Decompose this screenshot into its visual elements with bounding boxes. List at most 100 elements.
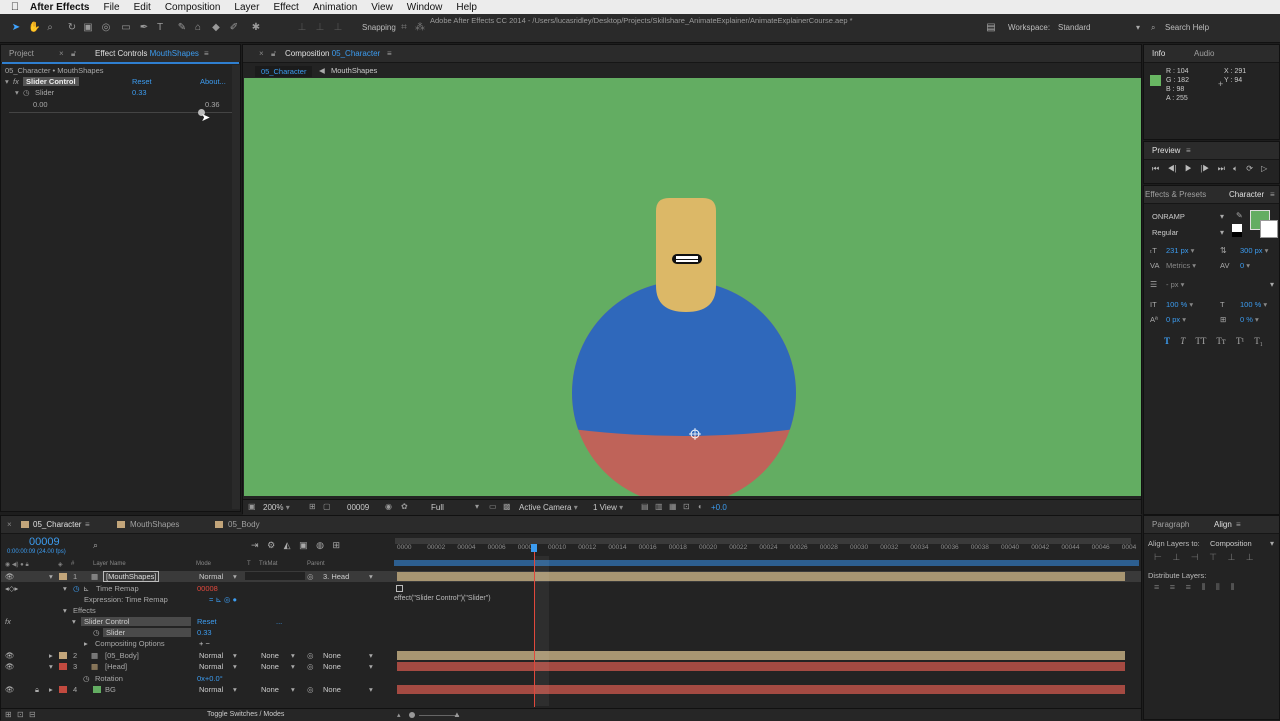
pickwhip-icon[interactable]: ◎ (307, 572, 314, 581)
region-of-interest-icon[interactable]: ▭ (489, 502, 497, 511)
eye-icon[interactable]: 👁︎ (5, 651, 15, 660)
more-dots[interactable]: ... (276, 617, 282, 626)
stopwatch-icon[interactable]: ◷ (93, 628, 100, 637)
align-vcenter-icon[interactable]: ⊥ (1227, 552, 1235, 562)
vertical-scale-value[interactable]: 100 % (1166, 300, 1193, 309)
panel-menu-icon[interactable]: ≡ (1270, 190, 1275, 199)
font-family-select[interactable]: ONRAMP (1152, 212, 1185, 221)
pan-behind-tool-icon[interactable]: ◎ (100, 22, 112, 34)
faux-italic-icon[interactable]: T (1180, 336, 1185, 346)
layer-name[interactable]: BG (105, 685, 116, 694)
distribute-hcenter-icon[interactable]: ⦀ (1216, 582, 1220, 592)
exposure-value[interactable]: +0.0 (711, 503, 727, 512)
slider-value[interactable]: 0.33 (197, 628, 212, 637)
expand-triangle-icon[interactable]: ▾ (15, 88, 19, 97)
camera-tool-icon[interactable]: ▣ (82, 22, 94, 34)
layer-trkmat[interactable]: None (261, 685, 279, 694)
layer-bar-4[interactable] (397, 685, 1125, 694)
tab-align[interactable]: Align (1214, 520, 1232, 529)
selection-tool-icon[interactable]: ➤ (10, 22, 22, 34)
chevron-down-icon[interactable]: ▾ (369, 572, 373, 581)
loop-icon[interactable]: ⟳ (1246, 164, 1253, 173)
layer-trkmat[interactable]: None (261, 651, 279, 660)
menu-edit[interactable]: Edit (134, 2, 151, 13)
chevron-down-icon[interactable]: ▾ (291, 662, 295, 671)
composition-canvas[interactable] (244, 78, 1141, 496)
expand-triangle-icon[interactable]: ▾ (49, 662, 53, 671)
menu-help[interactable]: Help (456, 2, 477, 13)
align-hcenter-icon[interactable]: ⊥ (1172, 552, 1180, 562)
frame-blending-icon[interactable]: ▣ (299, 540, 308, 550)
reset-exposure-icon[interactable]: ◐ (698, 502, 703, 511)
stopwatch-icon[interactable]: ◷ (83, 674, 90, 683)
layer-parent[interactable]: None (323, 662, 341, 671)
align-right-icon[interactable]: ⊣ (1191, 552, 1199, 562)
subscript-icon[interactable]: T₁ (1254, 336, 1263, 346)
fast-previews-icon[interactable]: ▥ (655, 502, 663, 511)
grid-icon[interactable]: ⊞ (309, 502, 316, 511)
expand-triangle-icon[interactable]: ▾ (5, 77, 9, 86)
pen-tool-icon[interactable]: ✒ (138, 22, 150, 34)
time-ruler[interactable]: 0000 00002 00004 00006 00008 00010 00012 00014 0… (395, 544, 1136, 556)
rotate-tool-icon[interactable]: ↻ (66, 22, 78, 34)
comp-nav-next[interactable]: MouthShapes (331, 66, 377, 75)
channel-icon[interactable]: ✿ (401, 502, 408, 511)
prev-frame-icon[interactable]: ◀| (1167, 164, 1176, 173)
expression-enable-icon[interactable]: = ⊾ ◎ ● (209, 595, 237, 604)
horizontal-scale-value[interactable]: 100 % (1240, 300, 1267, 309)
superscript-icon[interactable]: T¹ (1236, 336, 1244, 346)
label-color-swatch[interactable] (59, 686, 67, 693)
clone-stamp-tool-icon[interactable]: ⌂ (192, 22, 204, 34)
zoom-in-icon[interactable]: ▲ (453, 710, 461, 719)
eye-icon[interactable]: 👁︎ (5, 685, 15, 694)
transparency-grid-icon[interactable]: ▩ (503, 502, 511, 511)
menu-animation[interactable]: Animation (313, 2, 357, 13)
eyedropper-icon[interactable]: ✎ (1236, 211, 1243, 220)
menu-layer[interactable]: Layer (234, 2, 259, 13)
slider-control-row[interactable]: ▾ fx Slider Control Reset About... (1, 76, 240, 87)
close-icon[interactable]: × (7, 520, 12, 529)
panel-menu-icon[interactable]: ≡ (1236, 520, 1241, 529)
puppet-tool-icon[interactable]: ✱ (250, 22, 262, 34)
layer-name[interactable]: [05_Body] (105, 651, 139, 660)
mask-visibility-icon[interactable]: ▢ (323, 502, 331, 511)
rotation-value[interactable]: 0x+0.0° (197, 674, 223, 683)
layer-mode[interactable]: Normal (199, 651, 223, 660)
expand-triangle-icon[interactable]: ▾ (63, 584, 67, 593)
kerning-value[interactable]: Metrics (1166, 261, 1196, 270)
layer-trkmat[interactable]: None (261, 662, 279, 671)
expand-triangle-icon[interactable]: ▸ (49, 685, 53, 694)
chevron-down-icon[interactable]: ▾ (1270, 539, 1274, 548)
snap-options-icon[interactable]: ⁂ (414, 22, 426, 34)
pickwhip-icon[interactable]: ◎ (307, 651, 314, 660)
camera-select[interactable]: Active Camera (519, 503, 578, 512)
black-swatch[interactable] (1232, 232, 1242, 237)
close-icon[interactable]: × (259, 49, 264, 58)
navigator-bar[interactable] (394, 560, 1139, 566)
roto-brush-tool-icon[interactable]: ✐ (228, 22, 240, 34)
expand-triangle-icon[interactable]: ▾ (49, 572, 53, 581)
graph-icon[interactable]: ⊾ (83, 584, 89, 593)
eye-icon[interactable]: 👁︎ (5, 662, 15, 671)
audio-icon[interactable]: 🔈︎ (1233, 164, 1238, 173)
timeline-timecode[interactable]: 00009 (29, 536, 60, 548)
distribute-right-icon[interactable]: ⦀ (1230, 582, 1234, 592)
fx-icon[interactable]: fx (5, 617, 11, 626)
expand-triangle-icon[interactable]: ▾ (63, 606, 67, 615)
mode-header[interactable]: Mode (196, 561, 211, 567)
tab-preview[interactable]: Preview (1152, 146, 1180, 155)
faux-bold-icon[interactable]: T (1164, 336, 1170, 346)
chevron-down-icon[interactable]: ▾ (369, 685, 373, 694)
layer-mode[interactable]: Normal (199, 685, 223, 694)
align-top-icon[interactable]: ⊤ (1209, 552, 1217, 562)
stroke-width-value[interactable]: - px (1166, 280, 1184, 289)
panel-menu-icon[interactable]: ≡ (204, 49, 209, 58)
keyframe-icon[interactable] (396, 585, 403, 592)
chevron-down-icon[interactable]: ▾ (1220, 228, 1224, 237)
always-preview-icon[interactable]: ▣ (248, 502, 256, 511)
viewer-timecode[interactable]: 00009 (347, 503, 369, 512)
play-icon[interactable]: ▶ (1185, 164, 1192, 173)
menu-app-name[interactable]: After Effects (30, 2, 89, 13)
slider-control-name[interactable]: Slider Control (23, 77, 79, 86)
tab-timeline-05-character[interactable]: 05_Character (33, 520, 81, 529)
